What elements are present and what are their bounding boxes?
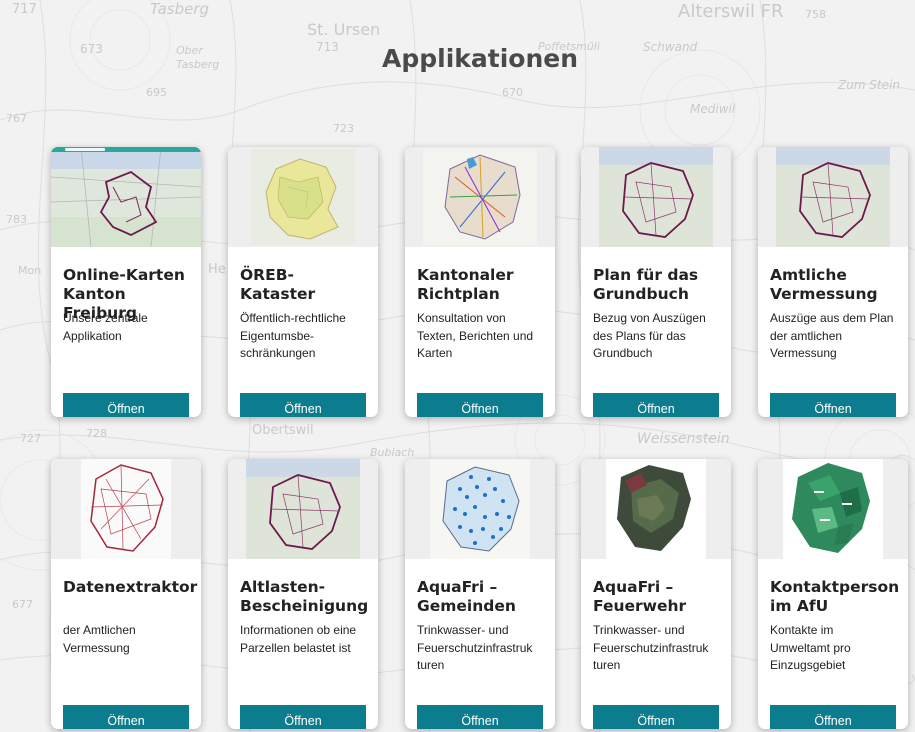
map-label: 695 xyxy=(146,86,167,99)
card-title: ÖREB-Kataster xyxy=(240,266,316,303)
card-title: Online-Karten Kanton Freiburg xyxy=(63,266,185,322)
map-label: Weissenstein xyxy=(637,431,730,447)
card-description: der Amtlichen Vermessung xyxy=(63,623,136,655)
map-label: St. Ursen xyxy=(307,20,381,39)
open-button[interactable]: Öffnen xyxy=(240,705,366,729)
open-button[interactable]: Öffnen xyxy=(770,705,896,729)
map-label: 727 xyxy=(20,432,41,445)
card-description: Öffentlich-rechtliche Eigentumsbe-schrän… xyxy=(240,311,346,360)
land-register-map-thumbnail[interactable] xyxy=(581,147,731,247)
open-button[interactable]: Öffnen xyxy=(417,393,543,417)
app-card-kontaktperson[interactable]: Kontaktperson im AfU Kontakte im Umwelta… xyxy=(758,459,908,729)
master-plan-map-thumbnail[interactable] xyxy=(405,147,555,247)
card-title: AquaFri – Feuerwehr xyxy=(593,578,687,615)
active-indicator xyxy=(51,147,201,152)
card-description: Kontakte im Umweltamt pro Einzugsgebiet xyxy=(770,623,851,672)
canton-overview-map-thumbnail[interactable] xyxy=(51,147,201,247)
map-label: He xyxy=(208,262,226,277)
card-title: Datenextraktor xyxy=(63,578,198,596)
page-title: Applikationen xyxy=(381,44,579,73)
map-label: 767 xyxy=(6,112,27,125)
map-label: Mediwil xyxy=(690,102,736,116)
card-description: Trinkwasser- und Feuerschutzinfrastruk t… xyxy=(593,623,709,672)
card-title: Plan für das Grundbuch xyxy=(593,266,699,303)
map-label: 677 xyxy=(12,598,33,611)
card-description: Trinkwasser- und Feuerschutzinfrastruk t… xyxy=(417,623,533,672)
open-button[interactable]: Öffnen xyxy=(770,393,896,417)
app-card-online-karten[interactable]: Online-Karten Kanton Freiburg Unsere zen… xyxy=(51,147,201,417)
aerial-photo-map-thumbnail[interactable] xyxy=(581,459,731,559)
map-label: 783 xyxy=(6,213,27,226)
map-label: 728 xyxy=(86,427,107,440)
map-label: Alterswil FR xyxy=(678,1,784,22)
map-label: 723 xyxy=(333,122,354,135)
survey-map-thumbnail[interactable] xyxy=(758,147,908,247)
map-label: Tasberg xyxy=(150,0,210,18)
card-title: Amtliche Vermessung xyxy=(770,266,878,303)
app-card-richtplan[interactable]: Kantonaler Richtplan Konsultation von Te… xyxy=(405,147,555,417)
card-title: Altlasten-Bescheinigung xyxy=(240,578,369,615)
app-card-datenextraktor[interactable]: Datenextraktor der Amtlichen Vermessung … xyxy=(51,459,201,729)
card-description: Unsere zentrale Applikation xyxy=(63,311,148,343)
card-title: Kantonaler Richtplan xyxy=(417,266,514,303)
map-label: Zum Stein xyxy=(838,78,900,92)
app-card-aquafri-gemeinden[interactable]: AquaFri – Gemeinden Trinkwasser- und Feu… xyxy=(405,459,555,729)
card-description: Konsultation von Texten, Berichten und K… xyxy=(417,311,534,360)
card-title: AquaFri – Gemeinden xyxy=(417,578,516,615)
contaminated-sites-map-thumbnail[interactable] xyxy=(228,459,378,559)
open-button[interactable]: Öffnen xyxy=(63,393,189,417)
catchment-areas-map-thumbnail[interactable] xyxy=(758,459,908,559)
map-label: Bublach xyxy=(370,446,415,459)
map-label: 717 xyxy=(12,2,37,17)
open-button[interactable]: Öffnen xyxy=(593,705,719,729)
open-button[interactable]: Öffnen xyxy=(240,393,366,417)
card-description: Informationen ob eine Parzellen belastet… xyxy=(240,623,357,655)
map-label: 670 xyxy=(502,86,523,99)
map-label: Mon xyxy=(18,264,42,277)
app-card-grundbuch[interactable]: Plan für das Grundbuch Bezug von Auszüge… xyxy=(581,147,731,417)
open-button[interactable]: Öffnen xyxy=(593,393,719,417)
water-points-map-thumbnail[interactable] xyxy=(405,459,555,559)
app-card-amtliche-vermessung[interactable]: Amtliche Vermessung Auszüge aus dem Plan… xyxy=(758,147,908,417)
municipality-boundaries-map-thumbnail[interactable] xyxy=(51,459,201,559)
open-button[interactable]: Öffnen xyxy=(63,705,189,729)
oereb-cadastre-map-thumbnail[interactable] xyxy=(228,147,378,247)
app-card-altlasten[interactable]: Altlasten-Bescheinigung Informationen ob… xyxy=(228,459,378,729)
app-card-oereb[interactable]: ÖREB-Kataster Öffentlich-rechtliche Eige… xyxy=(228,147,378,417)
card-description: Bezug von Auszügen des Plans für das Gru… xyxy=(593,311,706,360)
card-title: Kontaktperson im AfU xyxy=(770,578,900,615)
app-card-aquafri-feuerwehr[interactable]: AquaFri – Feuerwehr Trinkwasser- und Feu… xyxy=(581,459,731,729)
map-label: 758 xyxy=(805,8,826,21)
card-description: Auszüge aus dem Plan der amtlichen Verme… xyxy=(770,311,894,360)
open-button[interactable]: Öffnen xyxy=(417,705,543,729)
map-label: Obertswil xyxy=(252,423,314,438)
